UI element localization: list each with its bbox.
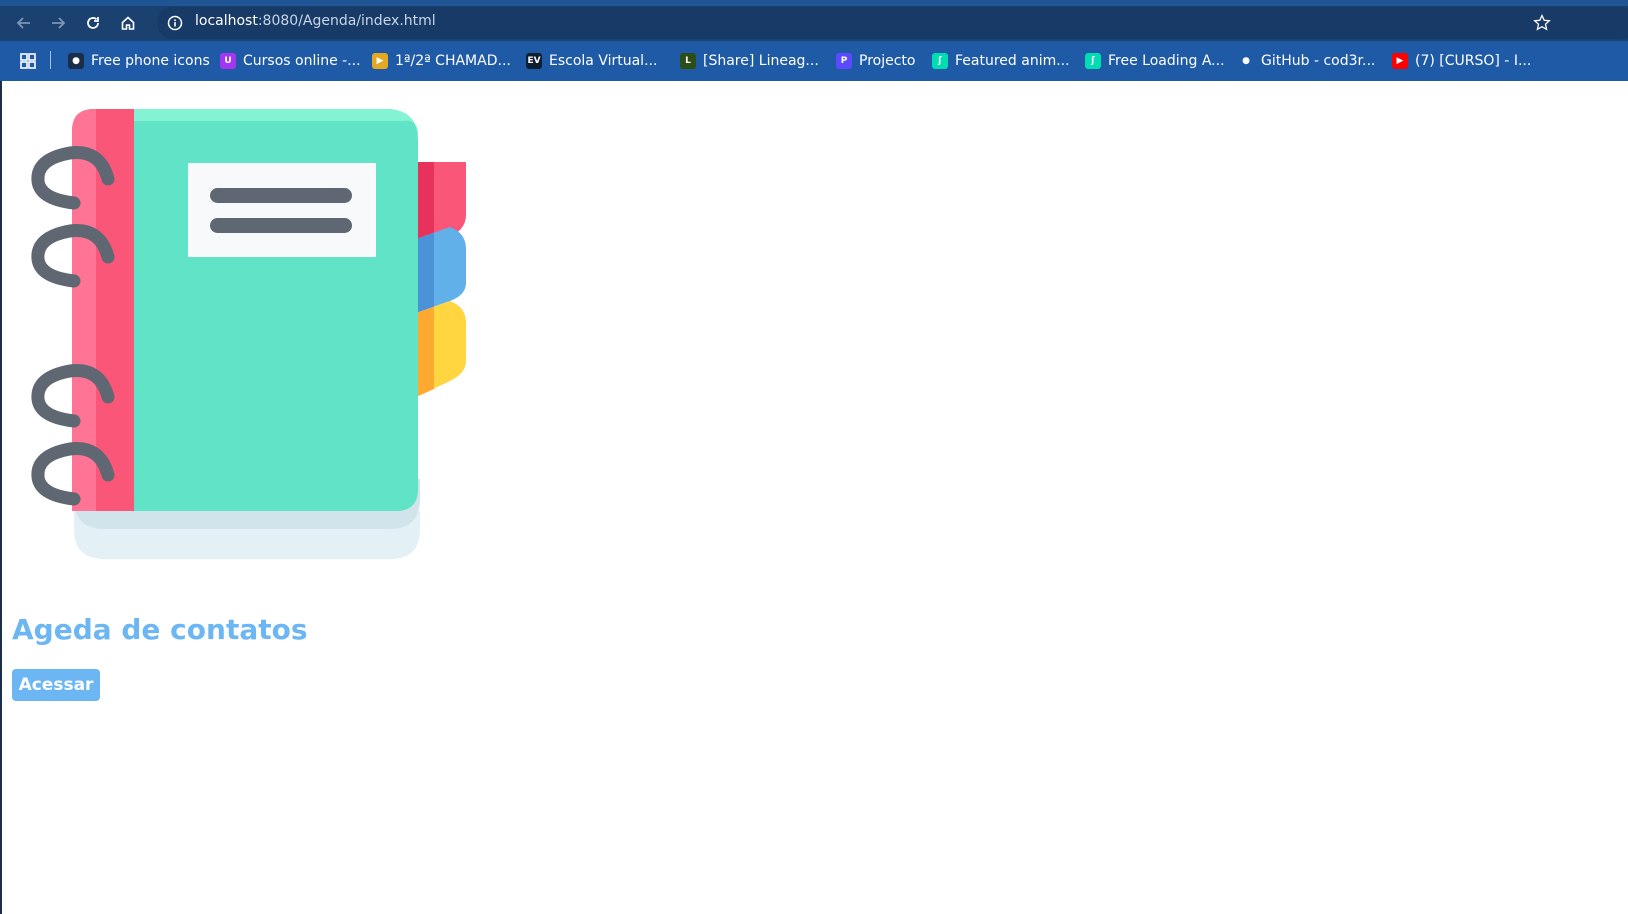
- flaticon-icon: ●: [68, 53, 84, 69]
- arrow-right-icon: [52, 17, 66, 29]
- bookmark-label: [Share] Lineag...: [703, 53, 819, 69]
- bookmark-label: 1ª/2ª CHAMAD...: [395, 53, 511, 69]
- bookmark-item[interactable]: ▶ (7) [CURSO] - I...: [1392, 50, 1531, 72]
- reload-button[interactable]: [79, 9, 107, 37]
- bookmark-item[interactable]: EV Escola Virtual...: [526, 50, 657, 72]
- bookmark-label: Cursos online -...: [243, 53, 361, 69]
- bookmarks-bar: ● Free phone icons U Cursos online -... ▶ 1ª/…: [0, 41, 1628, 81]
- apps-grid-icon[interactable]: [20, 53, 36, 69]
- home-icon: [121, 16, 135, 30]
- reload-icon: [87, 17, 99, 29]
- bookmark-item[interactable]: ʃ Free Loading A...: [1085, 50, 1225, 72]
- ev-icon: EV: [526, 53, 542, 69]
- bookmark-label: (7) [CURSO] - I...: [1415, 53, 1532, 69]
- bookmark-item[interactable]: ● GitHub - cod3r...: [1238, 50, 1375, 72]
- projecto-icon: P: [836, 53, 852, 69]
- address-bar[interactable]: localhost:8080/Agenda/index.html: [157, 7, 1628, 39]
- lottie-icon: ʃ: [1085, 53, 1101, 69]
- bookmark-item[interactable]: ● Free phone icons: [68, 50, 210, 72]
- bookmark-item[interactable]: P Projecto: [836, 50, 915, 72]
- url-path: :8080/Agenda/index.html: [257, 13, 436, 29]
- bookmark-label: Projecto: [859, 53, 916, 69]
- lineage-icon: L: [680, 53, 696, 69]
- arrow-left-icon: [16, 17, 30, 29]
- flag-icon: ▶: [372, 53, 388, 69]
- browser-chrome: localhost:8080/Agenda/index.html ● Free p…: [0, 0, 1628, 81]
- forward-button[interactable]: [44, 9, 72, 37]
- udemy-icon: U: [220, 53, 236, 69]
- page-title: Ageda de contatos: [12, 613, 308, 646]
- bookmark-label: GitHub - cod3r...: [1261, 53, 1376, 69]
- bookmark-item[interactable]: ʃ Featured anim...: [932, 50, 1070, 72]
- url-host: localhost: [195, 13, 258, 29]
- bookmark-item[interactable]: L [Share] Lineag...: [680, 50, 819, 72]
- home-button[interactable]: [114, 9, 142, 37]
- youtube-icon: ▶: [1392, 53, 1408, 69]
- access-button[interactable]: Acessar: [12, 669, 100, 701]
- lottie-icon: ʃ: [932, 53, 948, 69]
- bookmark-item[interactable]: ▶ 1ª/2ª CHAMAD...: [372, 50, 511, 72]
- bookmarks-separator: [50, 51, 51, 69]
- agenda-book-illustration: [31, 109, 466, 559]
- info-icon[interactable]: [167, 15, 183, 31]
- back-button[interactable]: [10, 9, 38, 37]
- bookmark-star-icon[interactable]: [1533, 14, 1551, 32]
- url-text: localhost:8080/Agenda/index.html: [195, 13, 436, 29]
- bookmark-label: Free Loading A...: [1108, 53, 1225, 69]
- navigation-bar: localhost:8080/Agenda/index.html: [0, 6, 1628, 40]
- bookmark-label: Free phone icons: [91, 53, 210, 69]
- page-content: Ageda de contatos Acessar: [0, 81, 1628, 914]
- github-icon: ●: [1238, 53, 1254, 69]
- bookmark-label: Featured anim...: [955, 53, 1070, 69]
- bookmark-item[interactable]: U Cursos online -...: [220, 50, 361, 72]
- bookmark-label: Escola Virtual...: [549, 53, 658, 69]
